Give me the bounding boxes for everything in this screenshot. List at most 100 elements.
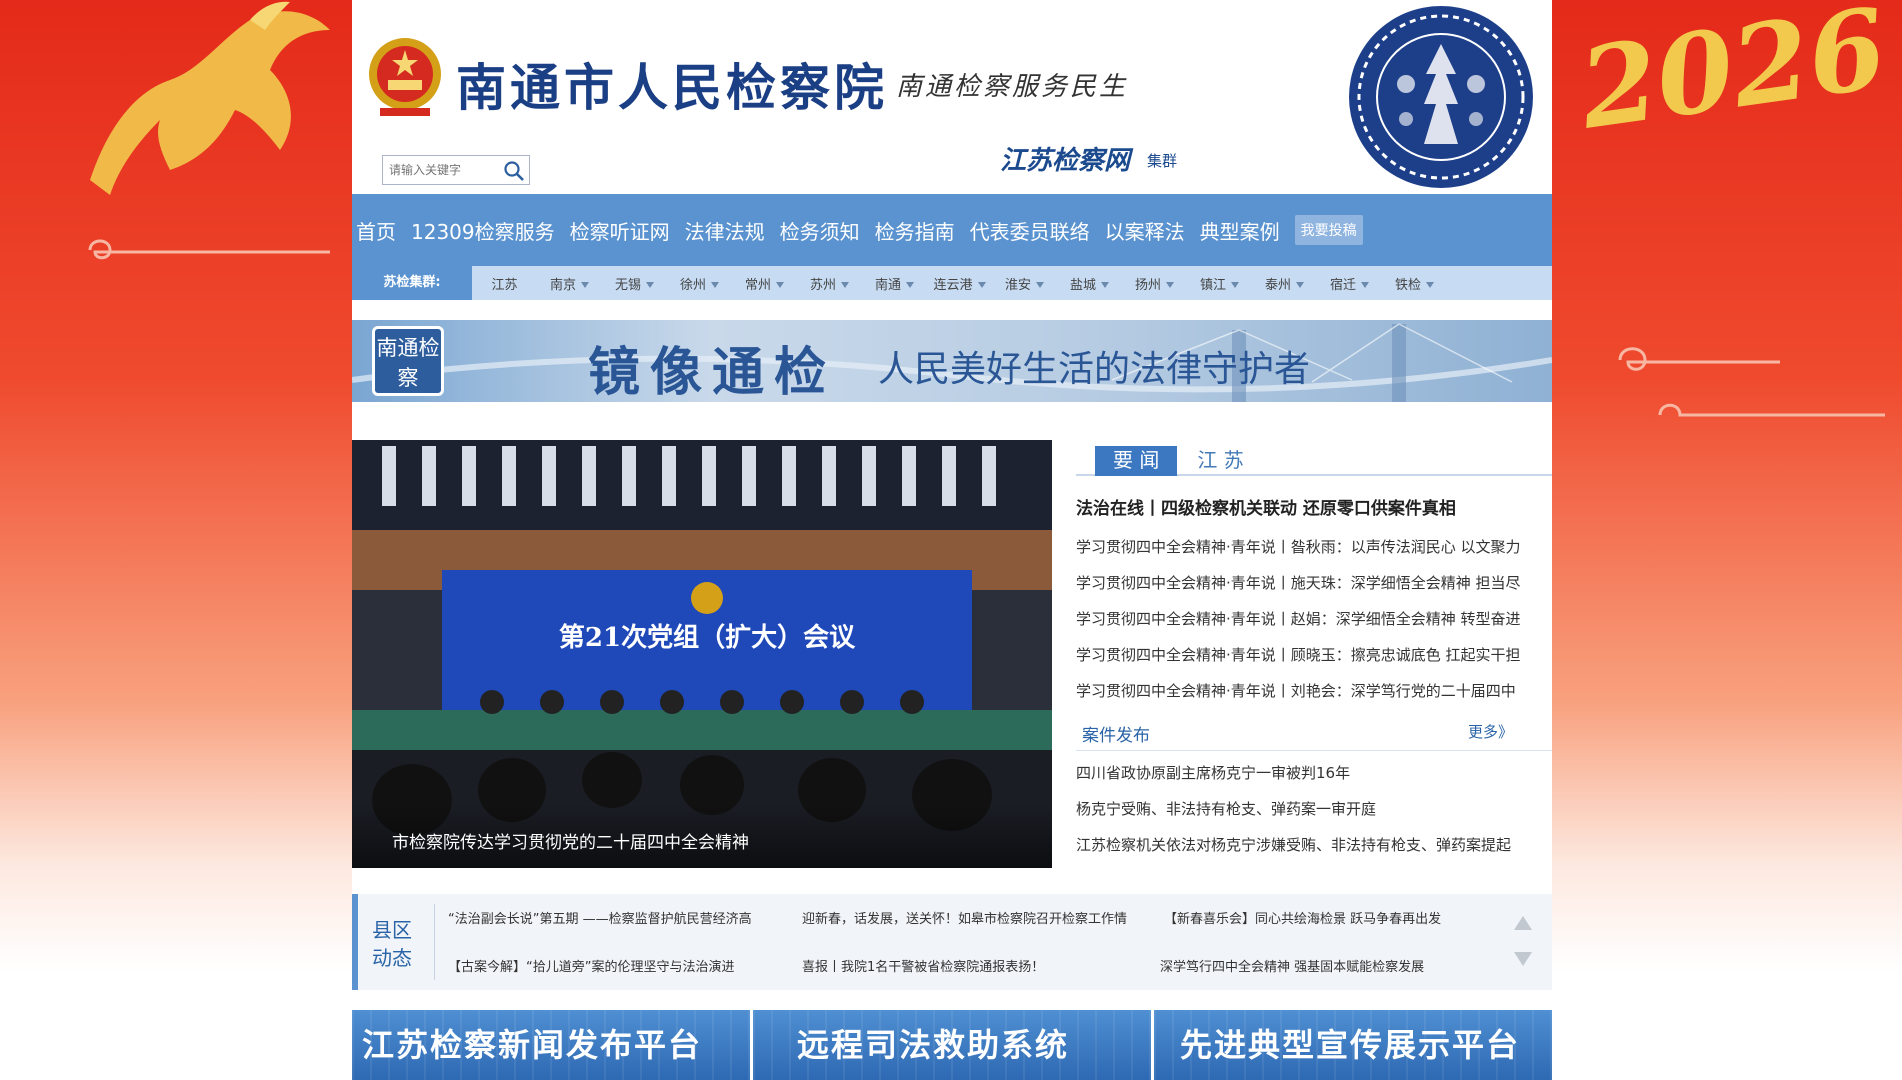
- city-railway[interactable]: 铁检: [1382, 274, 1447, 293]
- right-cloud-decoration: [1618, 347, 1885, 417]
- dropdown-caret-icon: [1036, 282, 1044, 288]
- case-item[interactable]: 四川省政协原副主席杨克宁一审被判16年: [1076, 755, 1552, 791]
- nav-case-law[interactable]: 以案释法: [1105, 216, 1185, 245]
- banner-title: 镜像通检: [588, 342, 837, 402]
- nav-typical-cases[interactable]: 典型案例: [1200, 216, 1280, 245]
- county-item[interactable]: 迎新春，话发展，送关怀！如皋市检察院召开检察工作情: [802, 908, 1127, 927]
- city-yancheng[interactable]: 盐城: [1057, 274, 1122, 293]
- case-item[interactable]: 杨克宁受贿、非法持有枪支、弹药案一审开庭: [1076, 791, 1552, 827]
- city-subnav: 苏检集群: 江苏 南京 无锡 徐州 常州 苏州 南通 连云港 淮安 盐城 扬州 …: [352, 266, 1552, 300]
- scroll-down-arrow-icon[interactable]: [1514, 952, 1532, 966]
- dropdown-caret-icon: [977, 282, 986, 288]
- city-label: 扬州: [1134, 277, 1161, 293]
- golden-horse-decoration: [90, 1, 330, 195]
- dropdown-caret-icon: [1166, 282, 1174, 288]
- news-item[interactable]: 学习贯彻四中全会精神·青年说丨顾晓玉：擦亮忠诚底色 扛起实干担: [1076, 637, 1552, 673]
- photo-caption[interactable]: 市检察院传达学习贯彻党的二十届四中全会精神: [352, 804, 1052, 868]
- platform-links: 江苏检察新闻发布平台 远程司法救助系统 先进典型宣传展示平台: [352, 1010, 1552, 1080]
- dropdown-caret-icon: [1426, 282, 1434, 288]
- nav-deputy-liaison[interactable]: 代表委员联络: [970, 216, 1090, 245]
- city-label: 淮安: [1004, 277, 1031, 293]
- dropdown-caret-icon: [581, 282, 589, 288]
- dropdown-caret-icon: [1101, 282, 1109, 288]
- dropdown-caret-icon: [1296, 282, 1304, 288]
- city-label: 江苏: [491, 277, 518, 293]
- platform-label: 远程司法救助系统: [797, 1026, 1070, 1064]
- city-nantong[interactable]: 南通: [862, 274, 927, 293]
- more-link[interactable]: 更多》: [1468, 721, 1513, 742]
- nav-12309-service[interactable]: 12309检察服务: [411, 216, 555, 245]
- main-navigation: 首页 12309检察服务 检察听证网 法律法规 检务须知 检务指南 代表委员联络…: [352, 194, 1552, 266]
- news-list: 学习贯彻四中全会精神·青年说丨昝秋雨：以声传法润民心 以文聚力 学习贯彻四中全会…: [1076, 529, 1552, 709]
- city-jiangsu[interactable]: 江苏: [472, 274, 537, 293]
- nav-notice[interactable]: 检务须知: [780, 216, 860, 245]
- city-label: 连云港: [933, 277, 973, 293]
- jiangsu-procuratorate-logo[interactable]: 江苏检察网: [1000, 140, 1130, 177]
- city-suzhou[interactable]: 苏州: [797, 274, 862, 293]
- cloud-swirl-decoration: [88, 239, 330, 260]
- group-label: 集群: [1147, 152, 1178, 170]
- search-icon[interactable]: [503, 160, 525, 182]
- scroll-up-arrow-icon[interactable]: [1514, 916, 1532, 930]
- dropdown-caret-icon: [841, 282, 849, 288]
- city-label: 泰州: [1264, 277, 1291, 293]
- mirror-nantong-banner[interactable]: 南通检察 镜像通检 人民美好生活的法律守护者: [352, 320, 1552, 402]
- county-divider: [434, 904, 435, 980]
- case-release-header: 案件发布 更多》: [1076, 717, 1552, 751]
- county-item[interactable]: 深学笃行四中全会精神 强基固本赋能检察发展: [1160, 956, 1424, 975]
- model-showcase-platform-link[interactable]: 先进典型宣传展示平台: [1154, 1010, 1552, 1080]
- county-item[interactable]: “法治副会长说”第五期 ——检察监督护航民营经济高: [448, 908, 752, 927]
- county-item[interactable]: 【新春喜乐会】同心共绘海检景 跃马争春再出发: [1164, 908, 1441, 927]
- city-wuxi[interactable]: 无锡: [602, 274, 667, 293]
- case-item[interactable]: 江苏检察机关依法对杨克宁涉嫌受贿、非法持有枪支、弹药案提起: [1076, 827, 1552, 863]
- nantong-procuratorate-badge: 南通检察: [372, 326, 444, 396]
- city-label: 南京: [549, 277, 576, 293]
- page-container: 南通市人民检察院 南通检察服务民生 江苏检察网 集群 首页 12309检察服务 …: [352, 0, 1552, 1080]
- meeting-screen-text: 第21次党组（扩大）会议: [559, 622, 856, 653]
- nav-home[interactable]: 首页: [356, 216, 396, 245]
- submit-article-button[interactable]: 我要投稿: [1294, 215, 1363, 245]
- news-panel: 要 闻 江 苏 法治在线丨四级检察机关联动 还原零口供案件真相 学习贯彻四中全会…: [1076, 440, 1552, 870]
- city-taizhou[interactable]: 泰州: [1252, 274, 1317, 293]
- county-news-ticker: 县区 动态 “法治副会长说”第五期 ——检察监督护航民营经济高 迎新春，话发展，…: [352, 894, 1552, 990]
- city-label: 苏州: [809, 277, 836, 293]
- judicial-aid-system-link[interactable]: 远程司法救助系统: [753, 1010, 1151, 1080]
- news-item[interactable]: 学习贯彻四中全会精神·青年说丨赵娟：深学细悟全会精神 转型奋进: [1076, 601, 1552, 637]
- city-nanjing[interactable]: 南京: [537, 274, 602, 293]
- city-changzhou[interactable]: 常州: [732, 274, 797, 293]
- nav-hearing[interactable]: 检察听证网: [570, 216, 670, 245]
- county-item[interactable]: 喜报丨我院1名干警被省检察院通报表扬！: [802, 956, 1044, 975]
- dropdown-caret-icon: [711, 282, 719, 288]
- news-item[interactable]: 学习贯彻四中全会精神·青年说丨昝秋雨：以声传法润民心 以文聚力: [1076, 529, 1552, 565]
- search-input[interactable]: [383, 156, 495, 184]
- news-item[interactable]: 学习贯彻四中全会精神·青年说丨施天珠：深学细悟全会精神 担当尽: [1076, 565, 1552, 601]
- featured-news-photo[interactable]: 第21次党组（扩大）会议 市检察院传达学习贯彻党的二十届四中全会精神: [352, 440, 1052, 868]
- dropdown-caret-icon: [776, 282, 784, 288]
- city-huaian[interactable]: 淮安: [992, 274, 1057, 293]
- dropdown-caret-icon: [646, 282, 654, 288]
- county-item[interactable]: 【古案今解】“拾儿道旁”案的伦理坚守与法治演进: [448, 956, 734, 975]
- city-lianyungang[interactable]: 连云港: [927, 274, 992, 293]
- tab-jiangsu[interactable]: 江 苏: [1179, 446, 1261, 474]
- city-label: 宿迁: [1329, 277, 1356, 293]
- city-label: 无锡: [614, 277, 641, 293]
- news-release-platform-link[interactable]: 江苏检察新闻发布平台: [352, 1010, 750, 1080]
- subnav-label: 苏检集群:: [352, 266, 472, 300]
- nav-guide[interactable]: 检务指南: [875, 216, 955, 245]
- city-label: 盐城: [1069, 277, 1096, 293]
- nav-laws[interactable]: 法律法规: [685, 216, 765, 245]
- city-xuzhou[interactable]: 徐州: [667, 274, 732, 293]
- news-headline[interactable]: 法治在线丨四级检察机关联动 还原零口供案件真相: [1076, 494, 1552, 519]
- news-item[interactable]: 学习贯彻四中全会精神·青年说丨刘艳会：深学笃行党的二十届四中: [1076, 673, 1552, 709]
- city-yangzhou[interactable]: 扬州: [1122, 274, 1187, 293]
- case-release-title: 案件发布: [1082, 726, 1150, 746]
- decorative-seal-icon: [1349, 6, 1533, 188]
- national-emblem-icon: [369, 38, 441, 116]
- city-suqian[interactable]: 宿迁: [1317, 274, 1382, 293]
- site-title[interactable]: 南通市人民检察院: [456, 48, 888, 120]
- city-zhenjiang[interactable]: 镇江: [1187, 274, 1252, 293]
- city-label: 南通: [874, 277, 901, 293]
- site-slogan: 南通检察服务民生: [896, 72, 1129, 102]
- city-label: 铁检: [1394, 277, 1421, 293]
- tab-headlines[interactable]: 要 闻: [1095, 446, 1178, 476]
